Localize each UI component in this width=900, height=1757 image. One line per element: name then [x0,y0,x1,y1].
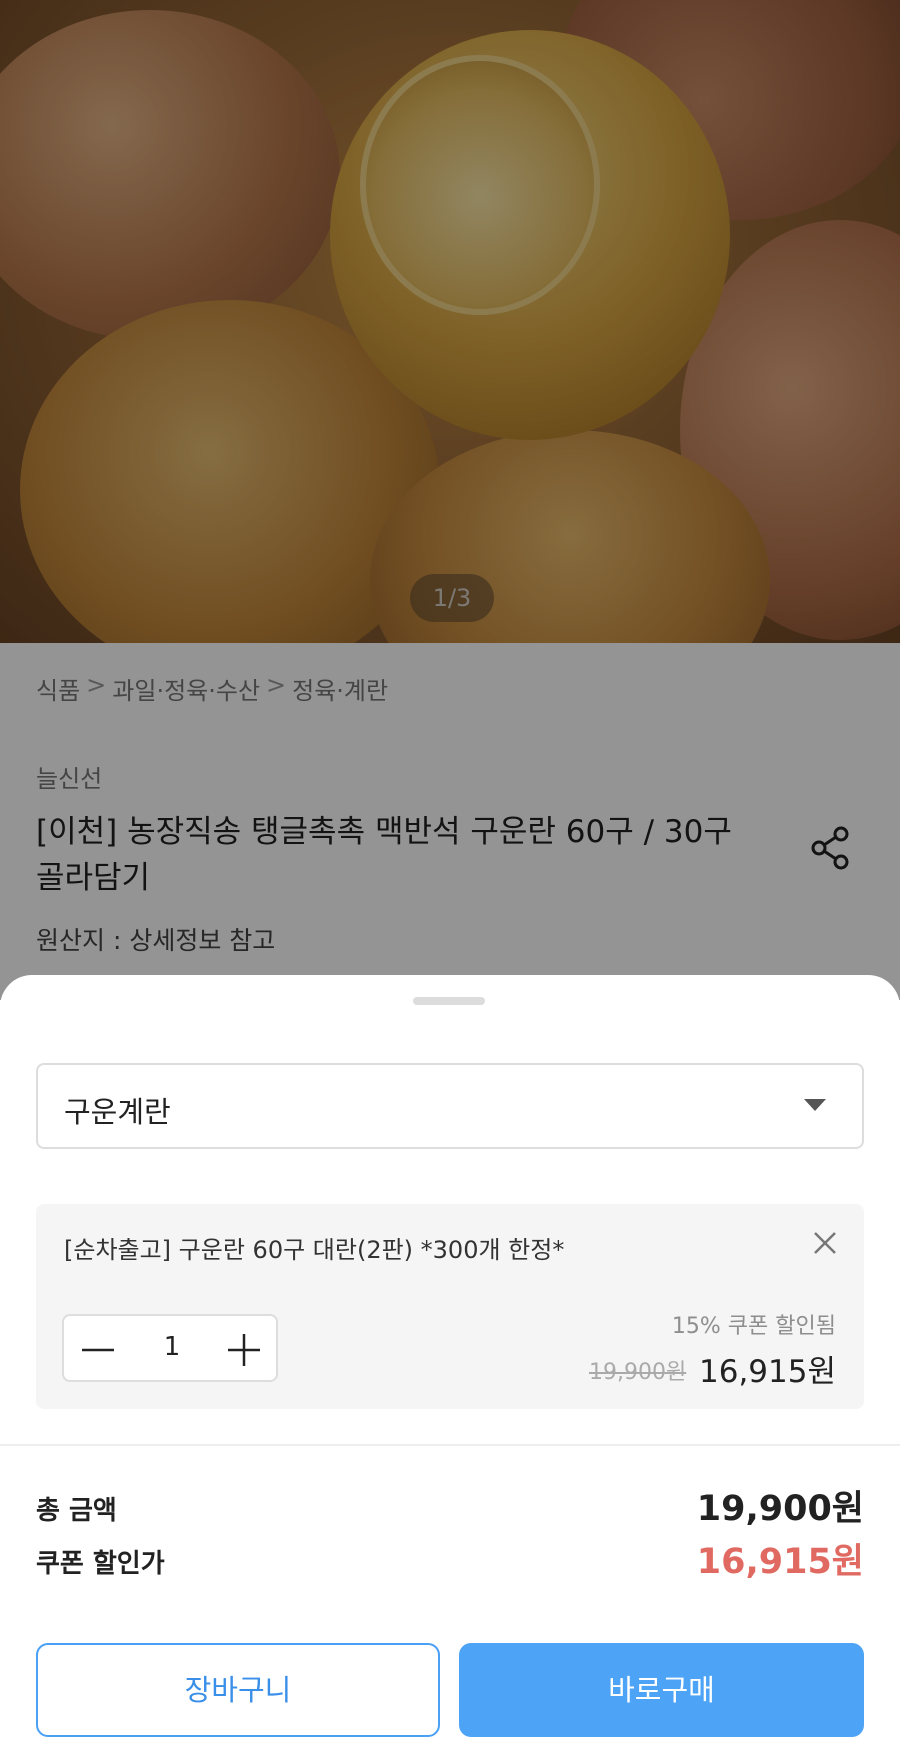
purchase-bottom-sheet: 구운계란 [순차출고] 구운란 60구 대란(2판) *300개 한정* 1 1… [0,975,900,1757]
plus-icon[interactable] [224,1330,264,1370]
minus-icon[interactable] [78,1330,118,1370]
buy-now-button[interactable]: 바로구매 [459,1643,864,1737]
quantity-value: 1 [163,1332,181,1362]
sale-price: 16,915원 [699,1354,836,1390]
original-price: 19,900원 [589,1360,687,1385]
sheet-drag-handle[interactable] [413,997,485,1005]
selected-option-name: [순차출고] 구운란 60구 대란(2판) *300개 한정* [64,1236,565,1264]
total-amount-label: 총 금액 [36,1496,117,1526]
chevron-down-icon [804,1099,826,1111]
option-select[interactable]: 구운계란 [36,1063,864,1149]
option-select-value: 구운계란 [64,1095,171,1129]
coupon-applied-note: 15% 쿠폰 할인됨 [671,1314,836,1339]
add-to-cart-button[interactable]: 장바구니 [36,1643,440,1737]
quantity-stepper: 1 [62,1314,278,1382]
total-amount-value: 19,900원 [696,1489,864,1529]
coupon-price-value: 16,915원 [696,1542,864,1582]
selected-option-card: [순차출고] 구운란 60구 대란(2판) *300개 한정* 1 15% 쿠폰… [36,1204,864,1409]
coupon-price-label: 쿠폰 할인가 [36,1549,165,1579]
divider [0,1444,900,1446]
close-icon[interactable] [808,1226,842,1260]
modal-backdrop[interactable] [0,0,900,1000]
